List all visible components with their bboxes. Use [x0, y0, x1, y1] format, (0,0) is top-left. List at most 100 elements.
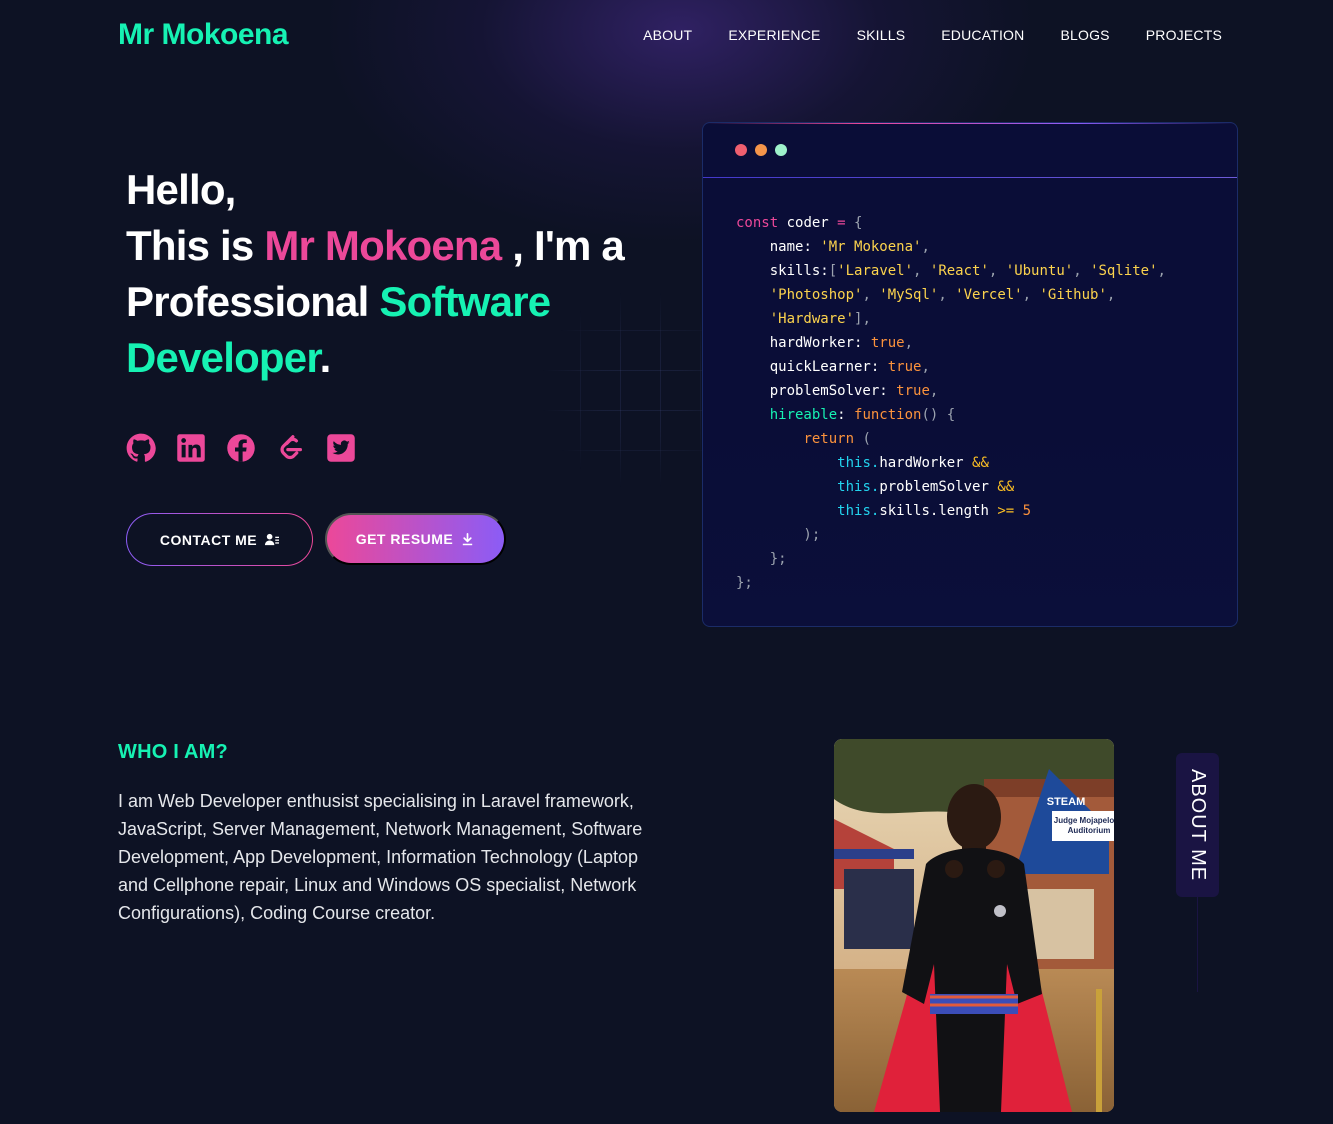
brand-logo[interactable]: Mr Mokoena	[118, 18, 289, 52]
code-token: hardWorker	[736, 335, 855, 351]
code-line: );	[736, 523, 1166, 547]
code-token: 'Hardware'	[769, 311, 855, 327]
code-token: coder	[778, 215, 838, 231]
hero-name: Mr Mokoena	[264, 222, 502, 269]
code-token: ,	[921, 239, 930, 255]
window-dot-red	[735, 144, 747, 156]
code-token: this.	[837, 455, 880, 471]
code-token: ,	[862, 287, 880, 303]
nav-link-education[interactable]: EDUCATION	[941, 27, 1024, 43]
code-token: ,	[1073, 263, 1091, 279]
code-token: ,	[988, 263, 1006, 279]
code-token: hireable	[736, 407, 838, 423]
nav-link-projects[interactable]: PROJECTS	[1146, 27, 1222, 43]
code-line: 'Hardware'],	[736, 307, 1166, 331]
twitter-icon[interactable]	[326, 433, 356, 463]
code-line: hardWorker: true,	[736, 331, 1166, 355]
code-line: };	[736, 547, 1166, 571]
code-line: this.skills.length >= 5	[736, 499, 1166, 523]
about-me-tab-label: ABOUT ME	[1187, 768, 1209, 882]
code-line: quickLearner: true,	[736, 355, 1166, 379]
hero-intro-suffix: , I'm a	[501, 222, 625, 269]
code-token: ],	[854, 311, 871, 327]
hero-period: .	[319, 334, 332, 381]
linkedin-icon[interactable]	[176, 433, 206, 463]
code-token: this.	[837, 503, 880, 519]
code-token: :	[820, 263, 829, 279]
hero-greeting: Hello,	[126, 166, 236, 213]
user-contact-icon	[265, 533, 280, 546]
code-token: quickLearner	[736, 359, 871, 375]
code-token: :	[879, 383, 888, 399]
code-line: problemSolver: true,	[736, 379, 1166, 403]
about-description: I am Web Developer enthusist specialisin…	[118, 791, 643, 923]
code-token: ,	[938, 287, 956, 303]
contact-me-button[interactable]: CONTACT ME	[126, 513, 313, 566]
profile-photo: STEAM Judge Mojapelo Auditorium	[834, 739, 1114, 1112]
hero-role-word2: Developer	[126, 334, 320, 381]
code-token: &&	[963, 455, 989, 471]
code-token: return	[803, 431, 855, 447]
code-token: ,	[1106, 287, 1116, 303]
sign-judge: Judge Mojapelo	[1054, 816, 1114, 825]
window-dot-green	[775, 144, 787, 156]
code-token: problemSolver	[879, 479, 989, 495]
nav-link-about[interactable]: ABOUT	[643, 27, 692, 43]
download-icon	[463, 532, 473, 545]
code-line: hireable: function() {	[736, 403, 1166, 427]
code-token: ,	[929, 383, 939, 399]
code-token: ,	[913, 263, 930, 279]
code-token: skills	[736, 263, 821, 279]
nav-link-skills[interactable]: SKILLS	[857, 27, 906, 43]
nav-links: ABOUT EXPERIENCE SKILLS EDUCATION BLOGS …	[643, 27, 1222, 43]
code-line: name: 'Mr Mokoena',	[736, 235, 1166, 259]
code-token: name	[736, 239, 804, 255]
code-token: const	[736, 215, 779, 231]
window-dot-orange	[755, 144, 767, 156]
github-icon[interactable]	[126, 433, 156, 463]
code-token: () {	[921, 407, 956, 423]
nav-link-blogs[interactable]: BLOGS	[1060, 27, 1109, 43]
code-token: };	[736, 575, 753, 591]
code-window-header	[703, 123, 1237, 178]
code-line: return (	[736, 427, 1166, 451]
code-token: 'Sqlite'	[1090, 263, 1158, 279]
code-token: true	[887, 383, 930, 399]
code-token: ,	[1157, 263, 1166, 279]
code-token: ,	[921, 359, 930, 375]
code-token: };	[736, 551, 787, 567]
code-token: 'Vercel'	[955, 287, 1023, 303]
hero-title: Hello, This is Mr Mokoena , I'm a Profes…	[126, 162, 686, 386]
top-navbar: Mr Mokoena ABOUT EXPERIENCE SKILLS EDUCA…	[0, 0, 1333, 72]
about-me-tab[interactable]: ABOUT ME	[1176, 753, 1219, 897]
hero-role-word1: Software	[379, 278, 551, 325]
get-resume-button[interactable]: GET RESUME	[325, 513, 506, 565]
hero-intro-prefix: This is	[126, 222, 265, 269]
code-token: {	[845, 215, 863, 231]
hero-role-prefix: Professional	[126, 278, 380, 325]
sign-auditorium: Auditorium	[1068, 826, 1111, 835]
code-token: 'React'	[929, 263, 989, 279]
code-token: :	[837, 407, 846, 423]
code-token: 'Github'	[1039, 287, 1107, 303]
code-block: const coder = { name: 'Mr Mokoena', skil…	[736, 211, 1166, 595]
contact-me-label: CONTACT ME	[159, 531, 258, 548]
code-token: hardWorker	[879, 455, 964, 471]
nav-link-experience[interactable]: EXPERIENCE	[728, 27, 820, 43]
about-tab-connector	[1197, 897, 1198, 992]
facebook-icon[interactable]	[226, 433, 256, 463]
code-token: function	[845, 407, 922, 423]
get-resume-label: GET RESUME	[355, 531, 454, 547]
code-token: [	[828, 263, 838, 279]
code-token: problemSolver	[736, 383, 880, 399]
code-token: this.	[837, 479, 880, 495]
about-heading: WHO I AM?	[118, 741, 228, 763]
code-token: 'Photoshop'	[769, 287, 863, 303]
leetcode-icon[interactable]	[276, 433, 306, 463]
